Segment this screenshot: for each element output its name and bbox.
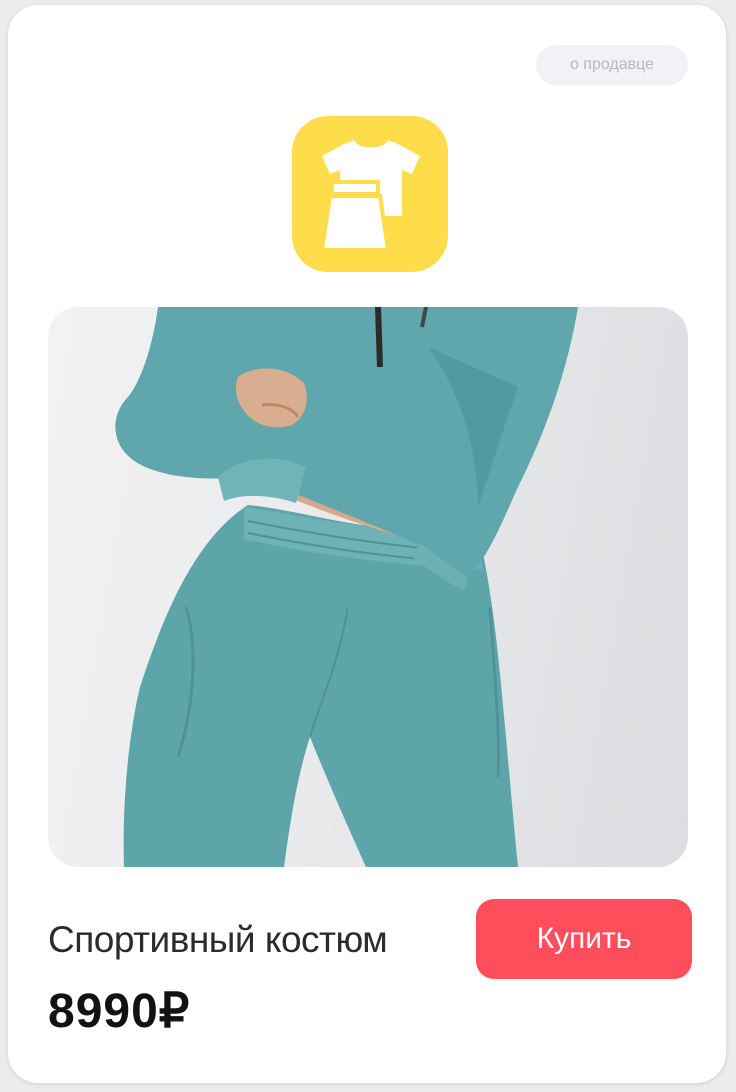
clothes-icon <box>292 116 448 272</box>
product-price: 8990₽ <box>48 985 191 1038</box>
product-title: Спортивный костюм <box>48 919 388 960</box>
buy-button[interactable]: Купить <box>476 899 692 979</box>
product-photo[interactable] <box>48 307 688 867</box>
about-seller-button[interactable]: о продавце <box>536 45 688 85</box>
product-card: о продавце Спортивный костюм 8990₽ Купит… <box>8 5 726 1083</box>
